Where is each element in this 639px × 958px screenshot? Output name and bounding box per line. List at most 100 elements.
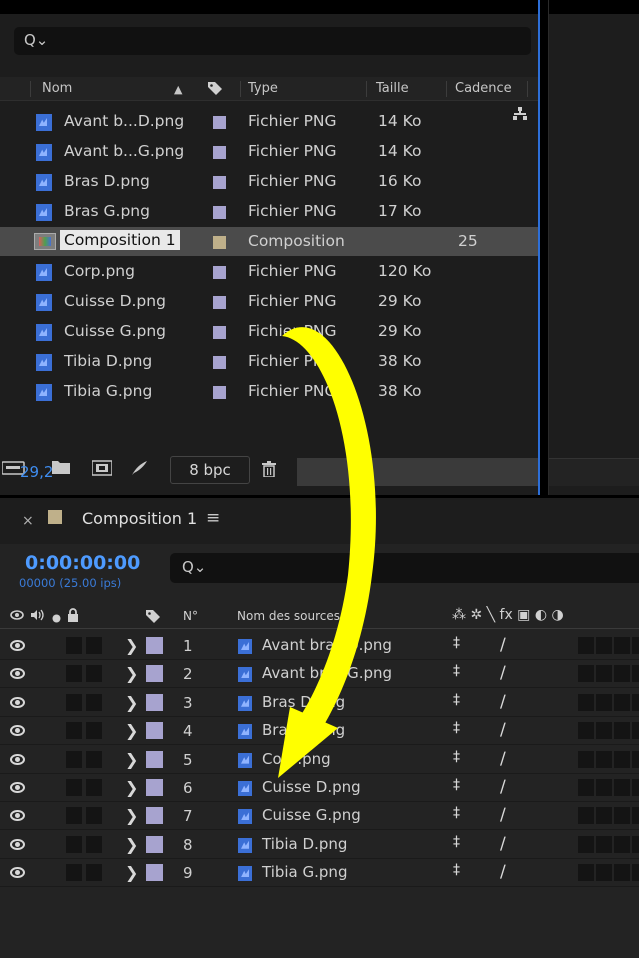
- visibility-eye-icon[interactable]: [10, 867, 25, 879]
- layer-switch-box[interactable]: [578, 807, 594, 825]
- audio-toggle-box[interactable]: [66, 864, 82, 882]
- expand-chevron-icon[interactable]: ❯: [125, 664, 138, 683]
- layer-switch-box[interactable]: [632, 750, 639, 768]
- layer-switch-box[interactable]: [614, 835, 630, 853]
- column-rate-header[interactable]: Cadence: [455, 81, 512, 96]
- lock-toggle-box[interactable]: [86, 665, 102, 683]
- lock-toggle-box[interactable]: [86, 693, 102, 711]
- project-item-row[interactable]: Composition 1 Composition 25: [0, 227, 538, 256]
- layer-switch-box[interactable]: [632, 665, 639, 683]
- quality-switch-icon[interactable]: ∕: [500, 777, 506, 797]
- label-color-swatch[interactable]: [146, 807, 163, 825]
- viewer-readout[interactable]: 29,2: [20, 463, 53, 481]
- lock-toggle-box[interactable]: [86, 835, 102, 853]
- layer-switch-box[interactable]: [578, 665, 594, 683]
- expand-chevron-icon[interactable]: ❯: [125, 778, 138, 797]
- bit-depth-button[interactable]: 8 bpc: [170, 456, 250, 484]
- audio-toggle-box[interactable]: [66, 693, 82, 711]
- layer-switch-box[interactable]: [596, 807, 612, 825]
- project-item-row[interactable]: Avant b...D.png Fichier PNG 14 Ko: [0, 107, 538, 136]
- project-item-row[interactable]: Cuisse G.png Fichier PNG 29 Ko: [0, 317, 538, 346]
- layer-row[interactable]: ❯ 3 Bras D.png ‡ ∕: [0, 689, 639, 717]
- visibility-eye-icon[interactable]: [10, 753, 25, 765]
- visibility-eye-icon[interactable]: [10, 838, 25, 850]
- layer-switch-box[interactable]: [632, 864, 639, 882]
- visibility-eye-icon[interactable]: [10, 725, 25, 737]
- layer-switch-box[interactable]: [614, 665, 630, 683]
- shy-switch-icon[interactable]: ‡: [453, 777, 460, 793]
- label-color-swatch[interactable]: [146, 722, 163, 740]
- visibility-eye-icon[interactable]: [10, 782, 25, 793]
- layer-source-name[interactable]: Tibia G.png: [262, 863, 347, 881]
- layer-row[interactable]: ❯ 1 Avant bras D.png ‡ ∕: [0, 632, 639, 660]
- audio-toggle-box[interactable]: [66, 807, 82, 825]
- label-color-swatch[interactable]: [146, 750, 163, 768]
- lock-toggle-box[interactable]: [86, 637, 102, 654]
- solo-column-icon[interactable]: [52, 612, 61, 626]
- switches-header[interactable]: ⁂ ✲ ╲ fx ▣ ◐ ◑: [452, 607, 564, 623]
- close-icon[interactable]: ×: [22, 513, 34, 529]
- quality-switch-icon[interactable]: ∕: [500, 692, 506, 712]
- layer-switch-box[interactable]: [614, 779, 630, 796]
- layer-switch-box[interactable]: [614, 750, 630, 768]
- layer-row[interactable]: ❯ 6 Cuisse D.png ‡ ∕: [0, 774, 639, 802]
- quality-switch-icon[interactable]: ∕: [500, 720, 506, 740]
- sort-ascending-icon[interactable]: ▲: [174, 83, 182, 96]
- shy-switch-icon[interactable]: ‡: [453, 749, 460, 765]
- column-size-header[interactable]: Taille: [376, 81, 409, 96]
- lock-column-icon[interactable]: [67, 608, 79, 625]
- lock-toggle-box[interactable]: [86, 779, 102, 796]
- lock-toggle-box[interactable]: [86, 864, 102, 882]
- feather-icon[interactable]: [130, 460, 148, 476]
- expand-chevron-icon[interactable]: ❯: [125, 750, 138, 769]
- visibility-column-icon[interactable]: [10, 609, 24, 624]
- layer-switch-box[interactable]: [578, 693, 594, 711]
- layer-switch-box[interactable]: [578, 779, 594, 796]
- audio-toggle-box[interactable]: [66, 779, 82, 796]
- label-color-swatch[interactable]: [213, 296, 226, 309]
- layer-switch-box[interactable]: [596, 864, 612, 882]
- shy-switch-icon[interactable]: ‡: [453, 635, 460, 651]
- label-color-swatch[interactable]: [213, 236, 226, 249]
- lock-toggle-box[interactable]: [86, 722, 102, 740]
- audio-toggle-box[interactable]: [66, 835, 82, 853]
- label-tag-icon[interactable]: [145, 608, 161, 627]
- shy-switch-icon[interactable]: ‡: [453, 720, 460, 736]
- label-tag-icon[interactable]: [207, 80, 223, 100]
- shy-switch-icon[interactable]: ‡: [453, 834, 460, 850]
- layer-switch-box[interactable]: [596, 750, 612, 768]
- label-color-swatch[interactable]: [146, 779, 163, 796]
- label-color-swatch[interactable]: [146, 864, 163, 882]
- trash-icon[interactable]: [262, 461, 276, 477]
- layer-switch-box[interactable]: [614, 807, 630, 825]
- label-color-swatch[interactable]: [146, 665, 163, 683]
- layer-source-name[interactable]: Corp.png: [262, 750, 331, 768]
- quality-switch-icon[interactable]: ∕: [500, 805, 506, 825]
- expand-chevron-icon[interactable]: ❯: [125, 863, 138, 882]
- layer-switch-box[interactable]: [632, 779, 639, 796]
- label-color-swatch[interactable]: [213, 386, 226, 399]
- expand-chevron-icon[interactable]: ❯: [125, 693, 138, 712]
- project-item-row[interactable]: Cuisse D.png Fichier PNG 29 Ko: [0, 287, 538, 316]
- label-color-swatch[interactable]: [146, 835, 163, 853]
- current-time-display[interactable]: 0:00:00:00: [25, 552, 140, 574]
- label-color-swatch[interactable]: [146, 693, 163, 711]
- audio-toggle-box[interactable]: [66, 637, 82, 654]
- layer-row[interactable]: ❯ 7 Cuisse G.png ‡ ∕: [0, 802, 639, 831]
- visibility-eye-icon[interactable]: [10, 668, 25, 680]
- layer-switch-box[interactable]: [632, 722, 639, 740]
- panel-menu-icon[interactable]: ≡: [206, 508, 220, 528]
- project-item-row[interactable]: Avant b...G.png Fichier PNG 14 Ko: [0, 137, 538, 166]
- layer-number-header[interactable]: N°: [183, 609, 198, 623]
- quality-switch-icon[interactable]: ∕: [500, 834, 506, 854]
- shy-switch-icon[interactable]: ‡: [453, 663, 460, 679]
- layer-switch-box[interactable]: [578, 637, 594, 654]
- audio-toggle-box[interactable]: [66, 665, 82, 683]
- layer-switch-box[interactable]: [596, 835, 612, 853]
- label-color-swatch[interactable]: [146, 637, 163, 654]
- new-composition-icon[interactable]: [91, 460, 113, 476]
- shy-switch-icon[interactable]: ‡: [453, 692, 460, 708]
- column-type-header[interactable]: Type: [248, 81, 278, 96]
- source-name-header[interactable]: Nom des sources: [237, 609, 340, 623]
- shy-switch-icon[interactable]: ‡: [453, 862, 460, 878]
